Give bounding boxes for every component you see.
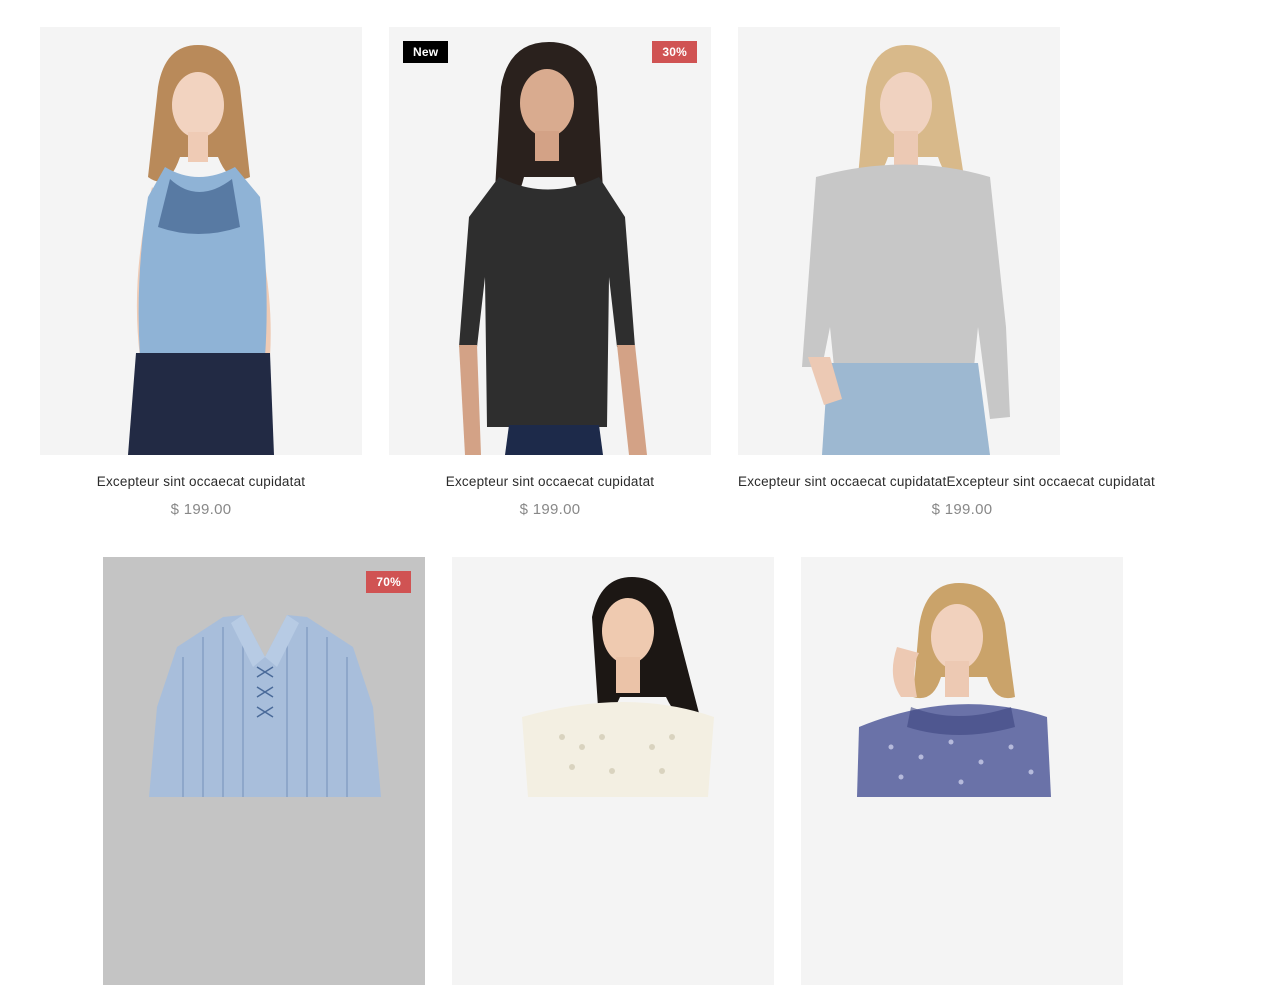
product-card[interactable] — [801, 557, 1123, 985]
product-image[interactable]: 70% — [103, 557, 425, 985]
product-title[interactable]: Excepteur sint occaecat cupidatatExcepte… — [738, 474, 1155, 489]
discount-badge: 70% — [366, 571, 411, 593]
product-image[interactable] — [452, 557, 774, 985]
product-price: $ 199.00 — [170, 501, 232, 518]
product-image[interactable] — [40, 27, 362, 455]
product-title[interactable]: Excepteur sint occaecat cupidatat — [389, 474, 711, 489]
product-price: $ 199.00 — [519, 501, 581, 518]
product-photo-cream-knit-sweater — [452, 557, 774, 985]
product-image[interactable] — [801, 557, 1123, 985]
discount-badge: 30% — [652, 41, 697, 63]
product-card[interactable] — [452, 557, 774, 985]
product-photo-sleeveless-denim-top — [40, 27, 362, 455]
product-image[interactable]: New 30% — [389, 27, 711, 455]
product-image[interactable] — [738, 27, 1060, 455]
product-card[interactable]: New 30% Excepteur sint occaecat cupidata… — [389, 27, 711, 518]
product-card[interactable]: 70% — [103, 557, 425, 985]
product-card[interactable]: Excepteur sint occaecat cupidatat $ 199.… — [40, 27, 362, 518]
product-photo-floral-smock-blouse — [801, 557, 1123, 985]
product-photo-black-long-sleeve — [389, 27, 711, 455]
product-photo-grey-long-sleeve — [738, 27, 1060, 455]
product-price: $ 199.00 — [931, 501, 993, 518]
product-photo-striped-lace-up-shirt — [103, 557, 425, 985]
product-card[interactable]: Excepteur sint occaecat cupidatatExcepte… — [738, 27, 1155, 518]
new-badge: New — [403, 41, 449, 63]
product-title[interactable]: Excepteur sint occaecat cupidatat — [40, 474, 362, 489]
